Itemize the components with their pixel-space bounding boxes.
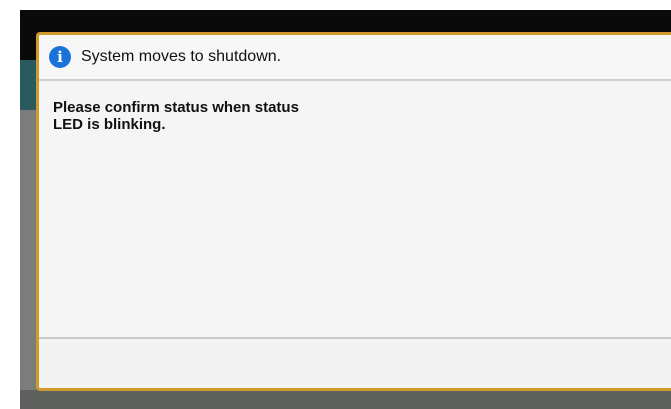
dialog-header: i System moves to shutdown. — [39, 35, 671, 81]
dialog-message-line-1: Please confirm status when status — [53, 99, 299, 116]
dialog-body: Please confirm status when status LED is… — [39, 81, 671, 336]
dialog-footer — [39, 337, 671, 388]
shutdown-dialog: i System moves to shutdown. Please confi… — [36, 32, 671, 391]
info-icon: i — [49, 46, 71, 68]
device-screen: i System moves to shutdown. Please confi… — [0, 0, 671, 409]
device-bottom-bar — [20, 390, 671, 409]
dialog-message-line-2: LED is blinking. — [53, 116, 166, 133]
dialog-title: System moves to shutdown. — [81, 48, 282, 65]
